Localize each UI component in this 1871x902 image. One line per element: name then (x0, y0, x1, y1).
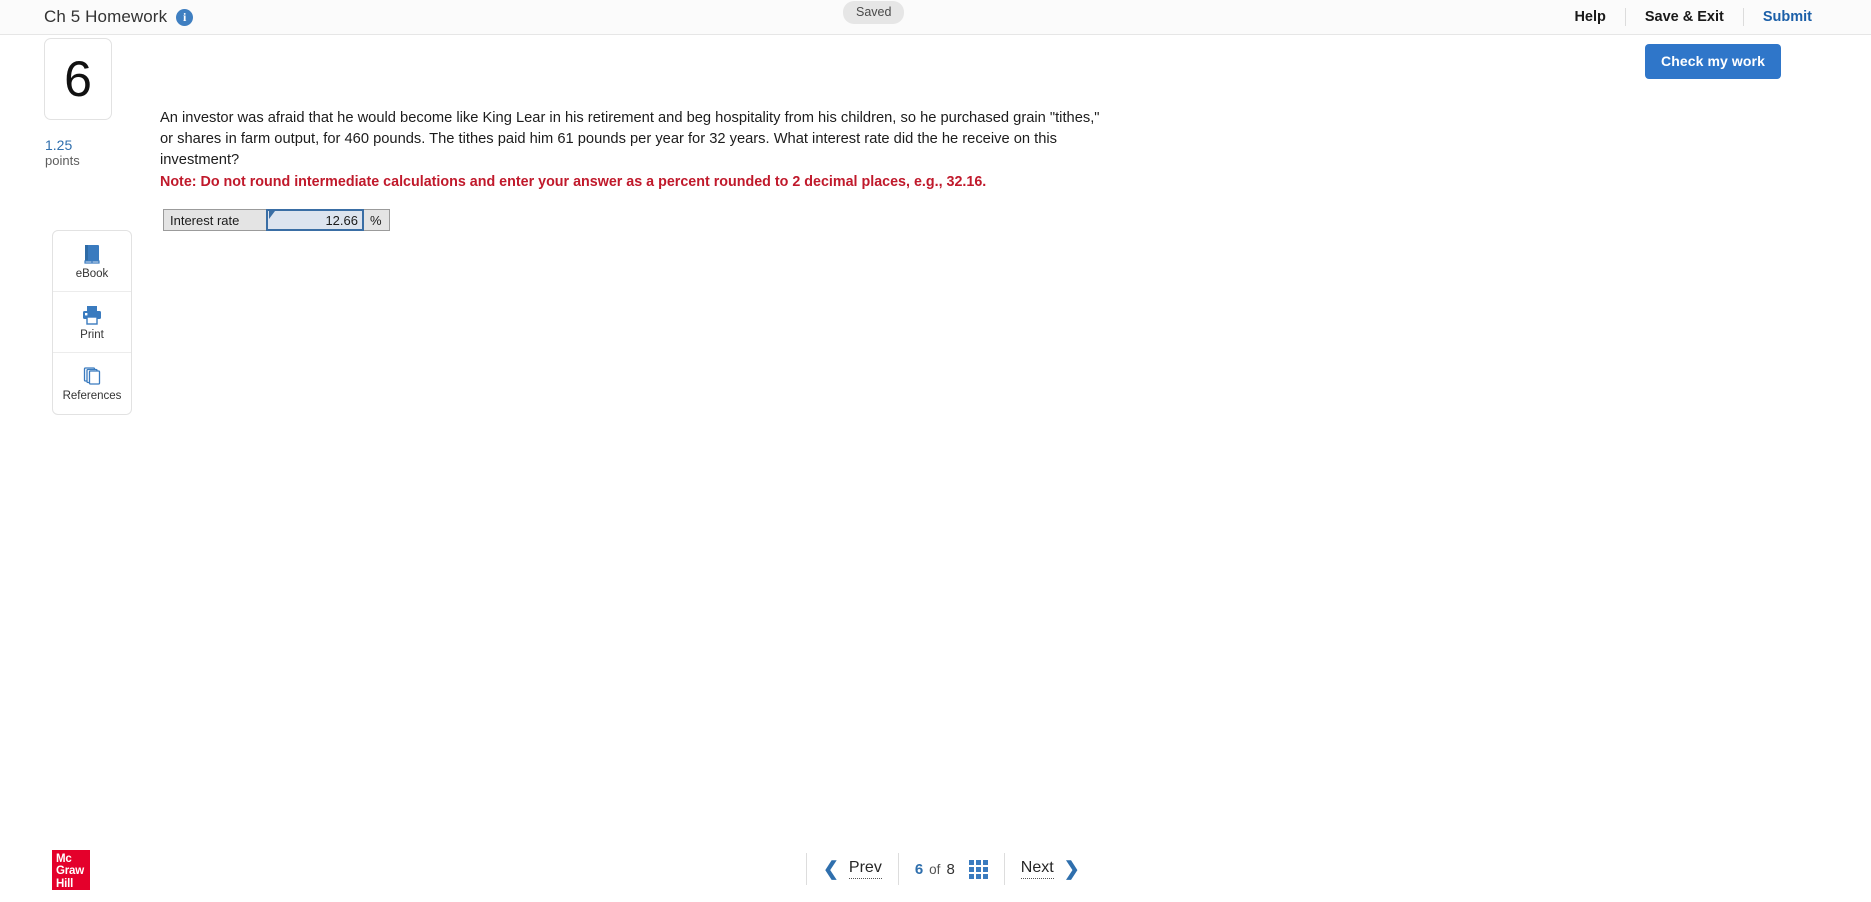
points-label: points (45, 153, 80, 168)
save-and-exit-button[interactable]: Save & Exit (1626, 9, 1743, 25)
pager-divider (1003, 853, 1005, 885)
chevron-left-icon: ❮ (823, 858, 839, 880)
question-text: An investor was afraid that he would bec… (160, 110, 1100, 168)
help-button[interactable]: Help (1555, 9, 1624, 25)
tool-panel: eBook Print References (52, 230, 132, 415)
pager-divider (897, 853, 899, 885)
points-display: 1.25 points (45, 137, 125, 169)
ebook-tool-button[interactable]: eBook (53, 231, 131, 292)
of-label: of (929, 861, 941, 877)
question-body: An investor was afraid that he would bec… (160, 108, 1100, 193)
print-tool-label: Print (80, 328, 104, 341)
grid-view-icon[interactable] (968, 859, 988, 879)
print-tool-button[interactable]: Print (53, 292, 131, 353)
logo-line-3: Hill (56, 877, 74, 890)
question-number: 6 (64, 51, 92, 107)
mcgraw-hill-logo: Mc Graw Hill (52, 850, 90, 890)
next-label: Next (1020, 859, 1054, 879)
page-counter: 6 of 8 (915, 861, 955, 878)
check-my-work-button[interactable]: Check my work (1644, 44, 1781, 79)
submit-button[interactable]: Submit (1744, 9, 1831, 25)
info-icon[interactable]: i (176, 8, 194, 26)
logo-line-2: Graw (56, 865, 84, 878)
top-header-bar: Ch 5 Homework i Saved Help Save & Exit S… (0, 0, 1871, 35)
question-number-badge: 6 (44, 38, 112, 120)
total-pages: 8 (946, 860, 955, 878)
interest-rate-input[interactable] (268, 211, 362, 229)
pagination-controls: ❮ Prev 6 of 8 Next ❯ (790, 846, 1080, 892)
answer-label: Interest rate (164, 210, 266, 230)
printer-icon (81, 304, 103, 326)
references-icon (81, 365, 103, 387)
current-page: 6 (914, 860, 924, 878)
book-icon (82, 243, 103, 265)
references-tool-label: References (62, 390, 122, 402)
answer-unit: % (364, 210, 389, 230)
pager-divider (806, 853, 807, 885)
prev-button[interactable]: ❮ Prev (823, 859, 882, 879)
chevron-right-icon: ❯ (1063, 858, 1080, 880)
question-note: Note: Do not round intermediate calculat… (160, 174, 987, 190)
status-badge: Saved (843, 1, 905, 24)
ebook-tool-label: eBook (75, 267, 109, 280)
footer-bar: Mc Graw Hill ❮ Prev 6 of 8 Next ❯ (0, 838, 1871, 902)
answer-row: Interest rate % (163, 209, 390, 231)
prev-label: Prev (848, 859, 882, 879)
next-button[interactable]: Next ❯ (1020, 858, 1080, 880)
references-tool-button[interactable]: References (53, 353, 131, 414)
points-value: 1.25 (45, 137, 73, 153)
logo-line-1: Mc (56, 853, 72, 865)
header-actions: Help Save & Exit Submit (1555, 0, 1831, 34)
title-group: Ch 5 Homework i (44, 0, 194, 34)
page-title: Ch 5 Homework (44, 7, 168, 26)
answer-input-cell[interactable] (266, 209, 364, 231)
